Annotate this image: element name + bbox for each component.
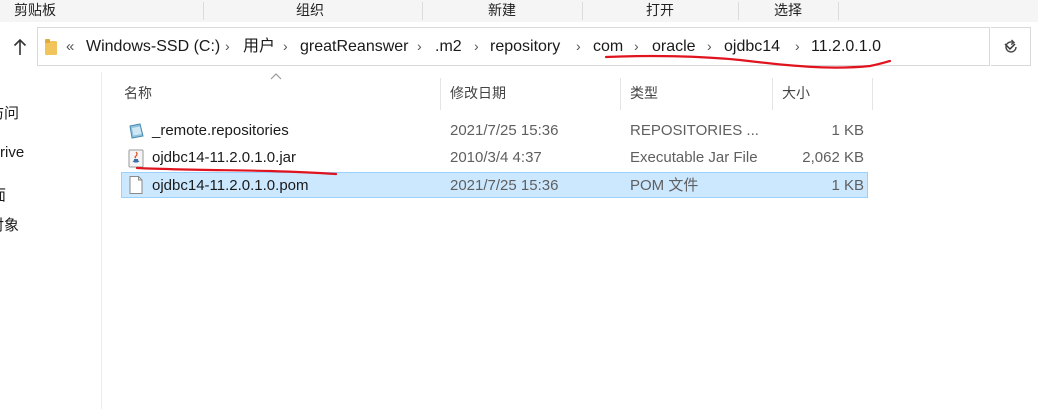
chevron-right-icon[interactable]: › xyxy=(283,28,288,65)
file-name: ojdbc14-11.2.0.1.0.jar xyxy=(152,149,296,166)
breadcrumb-com[interactable]: com xyxy=(593,28,623,65)
chevron-right-icon[interactable]: › xyxy=(707,28,712,65)
ribbon-separator xyxy=(838,2,839,20)
column-header: 名称 修改日期 类型 大小 xyxy=(114,73,874,110)
breadcrumb-ojdbc14[interactable]: ojdbc14 xyxy=(724,28,780,65)
repositories-file-icon xyxy=(129,123,144,139)
file-row-selected[interactable]: ojdbc14-11.2.0.1.0.pom 2021/7/25 15:36 P… xyxy=(121,172,868,198)
breadcrumb-user[interactable]: greatReanswer xyxy=(300,28,409,65)
column-name[interactable]: 名称 xyxy=(114,78,440,110)
nav-item-3d-objects[interactable]: 对象 xyxy=(0,214,19,235)
ribbon-separator xyxy=(738,2,739,20)
file-row[interactable]: ojdbc14-11.2.0.1.0.jar 2010/3/4 4:37 Exe… xyxy=(121,145,868,171)
jar-file-icon xyxy=(128,149,144,168)
ribbon-group-clipboard: 剪贴板 xyxy=(14,2,56,18)
chevron-right-icon[interactable]: › xyxy=(634,28,639,65)
nav-item-desktop[interactable]: 面 xyxy=(0,184,6,205)
file-size: 1 KB xyxy=(831,122,864,139)
navigation-bar: « Windows-SSD (C:) › 用户 › greatReanswer … xyxy=(0,22,1038,72)
refresh-icon xyxy=(1004,39,1017,53)
column-divider[interactable] xyxy=(872,78,873,110)
chevron-right-icon[interactable]: › xyxy=(225,28,230,65)
nav-item-onedrive[interactable]: rive xyxy=(0,144,24,161)
overflow-chevron-icon[interactable]: « xyxy=(66,28,74,65)
file-size: 2,062 KB xyxy=(802,149,864,166)
breadcrumb-users[interactable]: 用户 xyxy=(243,28,275,65)
file-date: 2021/7/25 15:36 xyxy=(450,122,559,139)
up-arrow-icon xyxy=(13,38,27,55)
ribbon-group-select: 选择 xyxy=(774,2,802,18)
file-type: POM 文件 xyxy=(630,177,699,194)
chevron-right-icon[interactable]: › xyxy=(474,28,479,65)
chevron-right-icon[interactable]: › xyxy=(795,28,800,65)
ribbon-separator xyxy=(422,2,423,20)
column-size[interactable]: 大小 xyxy=(772,78,872,110)
file-type: Executable Jar File xyxy=(630,149,758,166)
ribbon-group-labels: 剪贴板 组织 新建 打开 选择 xyxy=(0,0,1038,23)
breadcrumb-version[interactable]: 11.2.0.1.0 xyxy=(811,28,881,65)
file-type: REPOSITORIES ... xyxy=(630,122,759,139)
refresh-button[interactable] xyxy=(991,27,1031,66)
breadcrumb-m2[interactable]: .m2 xyxy=(435,28,462,65)
folder-icon xyxy=(45,39,57,55)
ribbon-separator xyxy=(203,2,204,20)
ribbon-separator xyxy=(582,2,583,20)
navigation-pane: 访问 rive 面 对象 xyxy=(0,72,102,409)
ribbon-group-new: 新建 xyxy=(488,2,516,18)
ribbon-group-organize: 组织 xyxy=(296,2,324,18)
file-name: _remote.repositories xyxy=(152,122,289,139)
breadcrumb-repository[interactable]: repository xyxy=(490,28,560,65)
column-type[interactable]: 类型 xyxy=(620,78,772,110)
column-date-modified[interactable]: 修改日期 xyxy=(440,78,620,110)
nav-item-quick-access[interactable]: 访问 xyxy=(0,102,19,123)
file-date: 2021/7/25 15:36 xyxy=(450,177,559,194)
ribbon-group-open: 打开 xyxy=(646,2,674,18)
up-button[interactable] xyxy=(10,36,30,58)
file-name: ojdbc14-11.2.0.1.0.pom xyxy=(152,177,309,194)
breadcrumb-drive[interactable]: Windows-SSD (C:) xyxy=(86,28,220,65)
file-size: 1 KB xyxy=(831,177,864,194)
chevron-right-icon[interactable]: › xyxy=(576,28,581,65)
address-bar[interactable]: « Windows-SSD (C:) › 用户 › greatReanswer … xyxy=(37,27,1016,66)
chevron-right-icon[interactable]: › xyxy=(417,28,422,65)
pom-file-icon xyxy=(129,176,143,194)
breadcrumb-oracle[interactable]: oracle xyxy=(652,28,696,65)
file-date: 2010/3/4 4:37 xyxy=(450,149,542,166)
file-row[interactable]: _remote.repositories 2021/7/25 15:36 REP… xyxy=(121,118,868,144)
